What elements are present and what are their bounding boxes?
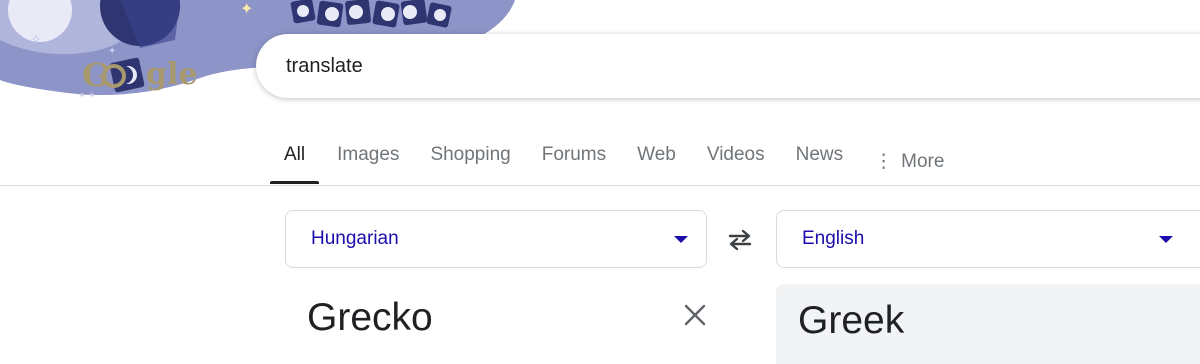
tab-more-label: More (901, 151, 945, 172)
search-bar[interactable] (256, 34, 1200, 98)
svg-text:✧: ✧ (30, 31, 42, 47)
tab-more[interactable]: ⋮ More (874, 140, 944, 184)
source-text-input[interactable]: Grecko (307, 296, 433, 340)
tab-images[interactable]: Images (337, 140, 399, 184)
tab-videos[interactable]: Videos (707, 140, 765, 184)
target-language-select[interactable]: English (776, 210, 1200, 268)
svg-text:✦: ✦ (240, 1, 253, 18)
vertical-dots-icon: ⋮ (874, 151, 894, 172)
tab-shopping[interactable]: Shopping (430, 140, 510, 184)
svg-text:✦ ✦: ✦ ✦ (78, 90, 96, 100)
target-language-label: English (802, 228, 865, 249)
close-icon (684, 304, 706, 326)
swap-languages-button[interactable] (722, 224, 758, 256)
tab-web[interactable]: Web (637, 140, 676, 184)
tab-news[interactable]: News (796, 140, 844, 184)
source-language-select[interactable]: Hungarian (285, 210, 707, 268)
clear-text-button[interactable] (680, 300, 710, 330)
caret-down-icon (674, 235, 688, 243)
search-input[interactable] (286, 54, 1086, 78)
tabs-divider (0, 185, 1200, 186)
svg-text:gle: gle (146, 57, 197, 92)
tab-forums[interactable]: Forums (542, 140, 606, 184)
source-language-label: Hungarian (311, 228, 399, 249)
swap-arrows-icon (728, 229, 752, 251)
caret-down-icon (1159, 235, 1173, 243)
translated-text: Greek (798, 299, 905, 342)
tab-all[interactable]: All (270, 140, 320, 184)
search-tabs: All Images Shopping Forums Web Videos Ne… (270, 140, 975, 186)
